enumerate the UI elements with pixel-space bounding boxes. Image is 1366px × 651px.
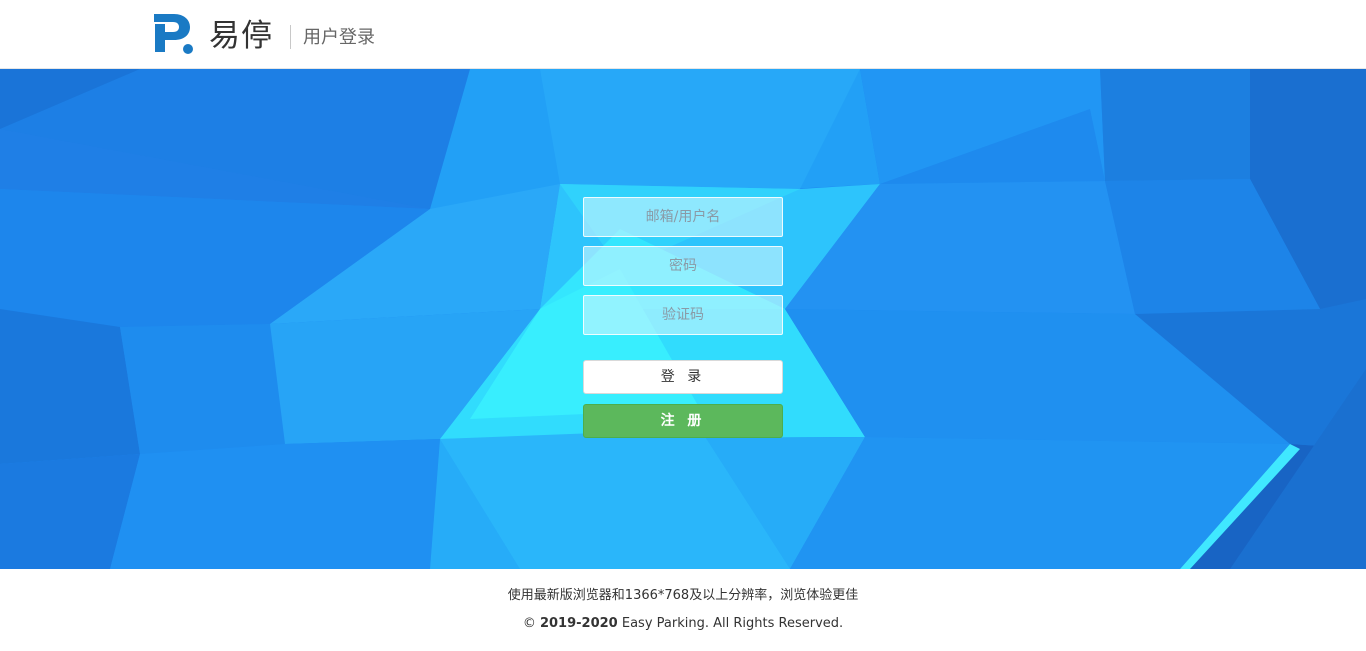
copyright-years: 2019-2020 (539, 616, 618, 631)
top-header: 易停 用户登录 (0, 0, 1366, 69)
brand-name: 易停 (209, 18, 273, 54)
header-divider (290, 25, 291, 49)
easy-parking-logo-icon (154, 14, 193, 54)
password-input[interactable] (583, 246, 783, 286)
copyright-text: Easy Parking. All Rights Reserved. (621, 616, 844, 631)
copyright-symbol: © (522, 616, 536, 631)
login-hero-background: 登 录 注 册 (0, 69, 1366, 569)
login-button[interactable]: 登 录 (583, 360, 783, 394)
login-form: 登 录 注 册 (583, 197, 783, 438)
register-button[interactable]: 注 册 (583, 404, 783, 438)
email-username-input[interactable] (583, 197, 783, 237)
page-subtitle: 用户登录 (303, 27, 375, 48)
copyright-line: © 2019-2020 Easy Parking. All Rights Res… (0, 614, 1366, 634)
captcha-input[interactable] (583, 295, 783, 335)
browser-recommendation-note: 使用最新版浏览器和1366*768及以上分辨率，浏览体验更佳 (507, 588, 859, 603)
